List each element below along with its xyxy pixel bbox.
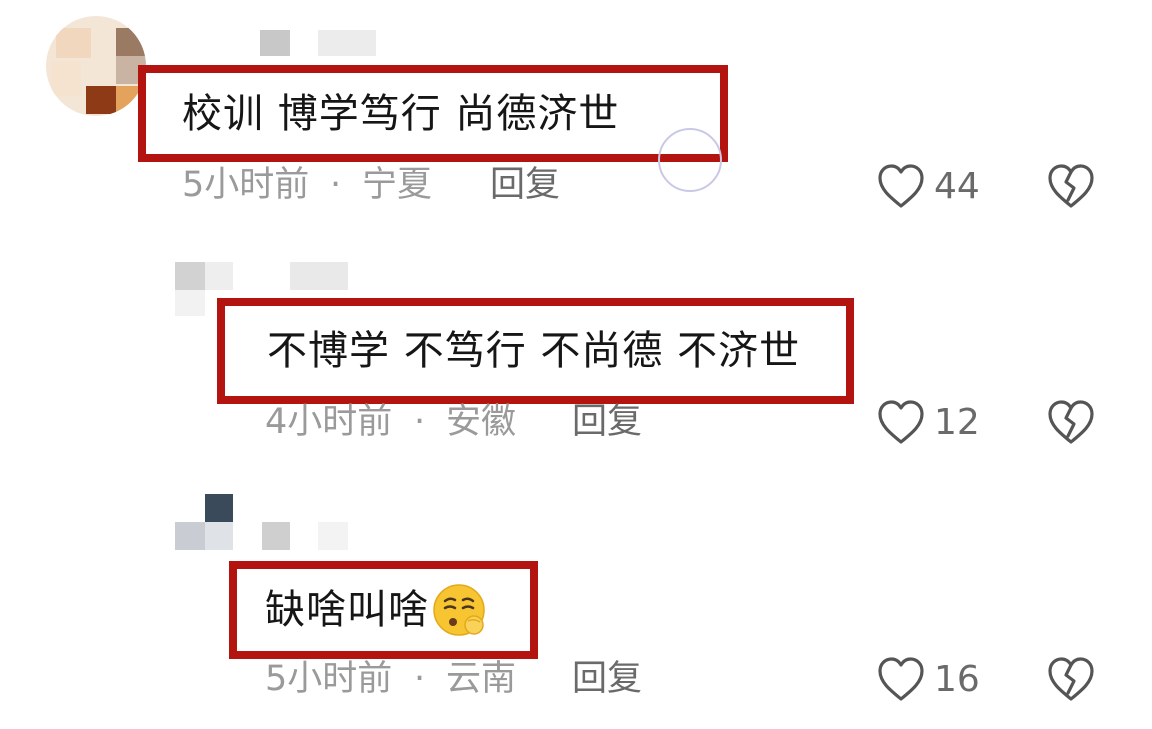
comment-text: 不博学 不笃行 不尚德 不济世 — [267, 328, 801, 374]
like-count: 16 — [934, 659, 980, 700]
heart-outline-icon[interactable] — [876, 655, 926, 703]
comment-text-box: 不博学 不笃行 不尚德 不济世 — [217, 298, 854, 404]
comment-text: 校训 博学笃行 尚德济世 — [182, 90, 620, 137]
broken-heart-icon[interactable] — [1046, 655, 1096, 703]
comment-text-box: 校训 博学笃行 尚德济世 — [138, 65, 728, 162]
meta-separator: · — [414, 659, 426, 699]
avatar[interactable] — [46, 16, 146, 116]
comment-location: 云南 — [446, 659, 517, 699]
shushing-face-emoji — [433, 584, 485, 636]
heart-outline-icon[interactable] — [876, 398, 926, 446]
comment-location: 安徽 — [446, 402, 517, 442]
comment-location: 宁夏 — [362, 165, 433, 205]
reply-button[interactable]: 回复 — [572, 662, 642, 697]
meta-separator: · — [414, 402, 426, 442]
broken-heart-icon[interactable] — [1046, 162, 1096, 210]
meta-separator: · — [330, 165, 342, 205]
comment-text: 缺啥叫啥 — [265, 587, 429, 633]
like-count: 12 — [934, 402, 980, 443]
comment-text-box: 缺啥叫啥 — [229, 561, 538, 659]
heart-outline-icon[interactable] — [876, 162, 926, 210]
reply-button[interactable]: 回复 — [490, 168, 560, 203]
tap-indicator — [658, 128, 722, 192]
comment-time: 5小时前 — [265, 659, 393, 699]
like-count: 44 — [934, 166, 980, 207]
comment-time: 4小时前 — [265, 402, 393, 442]
reply-button[interactable]: 回复 — [572, 405, 642, 440]
broken-heart-icon[interactable] — [1046, 398, 1096, 446]
comment-time: 5小时前 — [182, 165, 310, 205]
